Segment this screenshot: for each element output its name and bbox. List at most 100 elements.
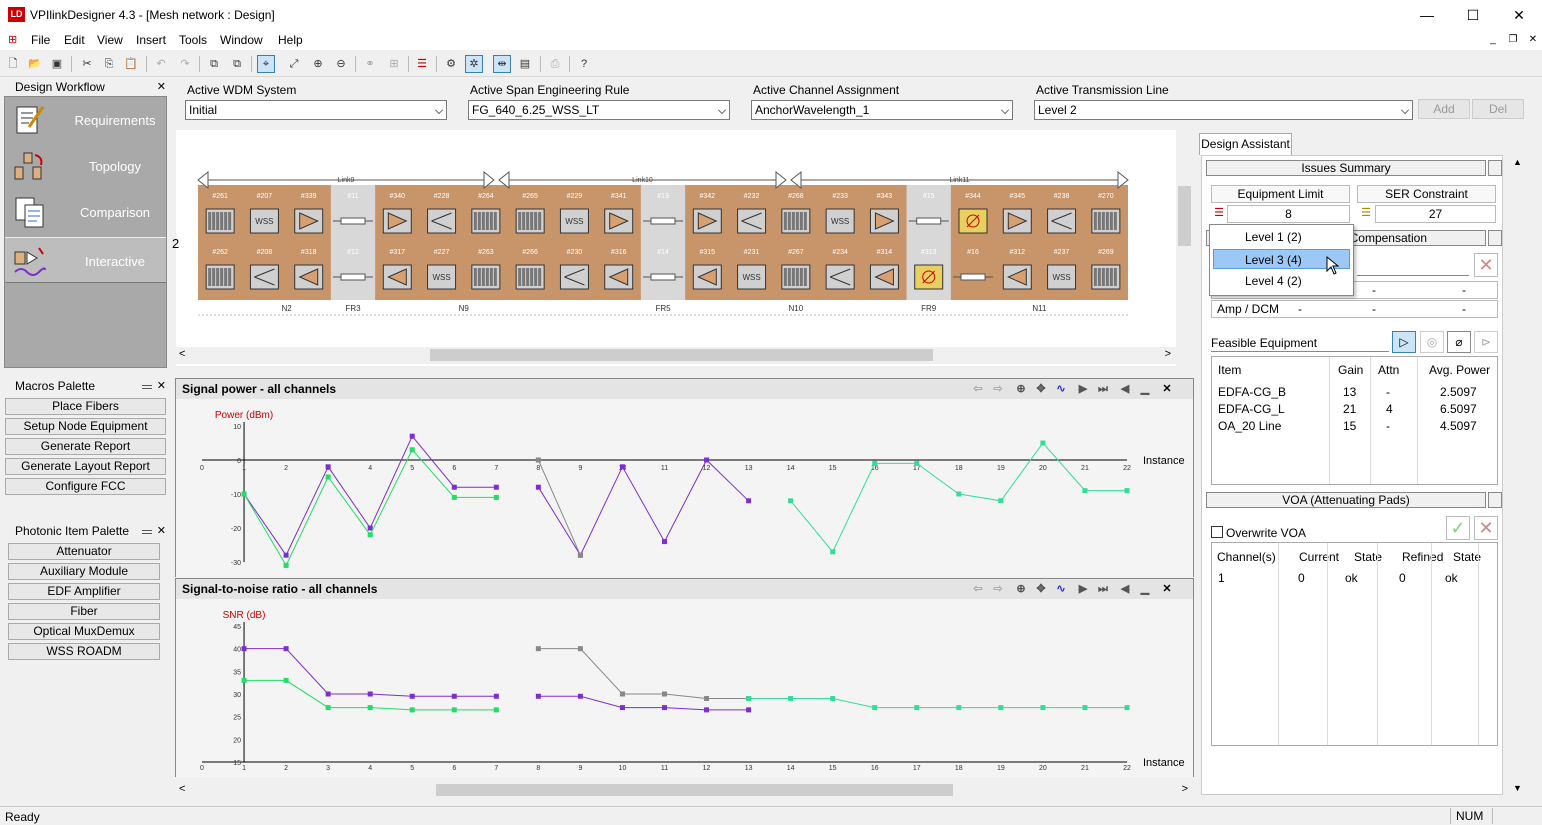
data-point[interactable] — [535, 646, 541, 652]
amp-icon[interactable] — [869, 264, 899, 290]
close-button[interactable]: ✕ — [1496, 0, 1542, 30]
data-point[interactable] — [1124, 488, 1130, 494]
scroll-left-icon[interactable]: < — [179, 783, 185, 795]
mdi-document-icon[interactable]: ⊞ — [8, 33, 22, 47]
previous-icon[interactable]: ◀ — [1118, 582, 1132, 596]
data-point[interactable] — [367, 691, 373, 697]
data-point[interactable] — [409, 433, 415, 439]
data-point[interactable] — [241, 646, 247, 652]
table-row[interactable]: EDFA-CG_L 21 4 6.5097 — [1212, 400, 1497, 417]
split-icon[interactable] — [559, 264, 589, 290]
data-point[interactable] — [283, 552, 289, 558]
reject-icon[interactable]: ✕ — [1474, 516, 1498, 540]
data-point[interactable] — [409, 693, 415, 699]
mux-icon[interactable] — [781, 264, 811, 290]
wss-roadm-button[interactable]: WSS ROADM — [8, 643, 160, 660]
power-chart[interactable]: Power (dBm)Instance100-10-20-30012345678… — [176, 400, 1193, 577]
next-icon[interactable]: ▶ — [1076, 382, 1090, 396]
data-point[interactable] — [1040, 705, 1046, 711]
data-point[interactable] — [283, 646, 289, 652]
wss-icon[interactable]: WSS — [737, 264, 767, 290]
print-icon[interactable]: ⎙ — [546, 55, 564, 73]
data-point[interactable] — [367, 532, 373, 538]
data-point[interactable] — [704, 457, 710, 463]
collapse-icon[interactable] — [1488, 492, 1502, 508]
forward-icon[interactable]: ⇨ — [991, 582, 1005, 596]
data-point[interactable] — [956, 491, 962, 497]
data-point[interactable] — [619, 464, 625, 470]
data-point[interactable] — [746, 696, 752, 702]
split-icon[interactable] — [737, 208, 767, 234]
zoom-icon[interactable]: ⊕ — [1014, 382, 1028, 396]
amp-icon[interactable] — [382, 208, 412, 234]
attenuator-button[interactable]: Attenuator — [8, 543, 160, 560]
menu-window[interactable]: Window — [220, 33, 263, 47]
data-point[interactable] — [704, 696, 710, 702]
curve-icon[interactable]: ∿ — [1054, 382, 1068, 396]
mux-icon[interactable] — [1091, 208, 1121, 234]
next-icon[interactable]: ▶ — [1076, 582, 1090, 596]
reject-icon[interactable]: ✕ — [1474, 253, 1498, 277]
data-point[interactable] — [283, 677, 289, 683]
amp-icon[interactable] — [294, 264, 324, 290]
node-label[interactable]: FR3 — [345, 304, 361, 313]
dropdown-list-icon[interactable]: ☰ — [1359, 206, 1373, 222]
node-label[interactable]: FR5 — [655, 304, 671, 313]
scroll-right-icon[interactable]: > — [1165, 348, 1171, 360]
data-point[interactable] — [1124, 705, 1130, 711]
data-point[interactable] — [704, 707, 710, 713]
data-point[interactable] — [325, 691, 331, 697]
data-point[interactable] — [493, 707, 499, 713]
data-point[interactable] — [451, 484, 457, 490]
data-point[interactable] — [577, 693, 583, 699]
mux-icon[interactable] — [515, 264, 545, 290]
minimize-pane-icon[interactable]: ▁ — [1138, 582, 1152, 596]
mux-icon[interactable] — [781, 208, 811, 234]
amp-icon[interactable] — [604, 264, 634, 290]
collapse-icon[interactable] — [1488, 160, 1502, 176]
zoom-icon[interactable]: ⊕ — [1014, 582, 1028, 596]
split-icon[interactable] — [427, 208, 457, 234]
data-point[interactable] — [409, 707, 415, 713]
node-label[interactable]: N2 — [281, 304, 292, 313]
level-option[interactable]: Level 1 (2) — [1245, 230, 1302, 244]
data-point[interactable] — [914, 460, 920, 466]
scroll-thumb[interactable] — [430, 349, 933, 361]
dcm-icon[interactable]: ⊳ — [1474, 331, 1498, 353]
maximize-button[interactable]: ☐ — [1450, 0, 1496, 30]
mux-icon[interactable] — [1091, 264, 1121, 290]
scroll-down-icon[interactable]: ▼ — [1513, 783, 1522, 793]
data-point[interactable] — [998, 498, 1004, 504]
voa-icon[interactable] — [914, 264, 944, 290]
data-point[interactable] — [535, 693, 541, 699]
split-icon[interactable] — [249, 264, 279, 290]
optical-muxdemux-button[interactable]: Optical MuxDemux — [8, 623, 160, 640]
configure-fcc-button[interactable]: Configure FCC — [5, 478, 166, 495]
copy-icon[interactable]: ⎘ — [100, 55, 118, 73]
cut-icon[interactable]: ✂ — [78, 55, 96, 73]
close-pane-icon[interactable]: ✕ — [1160, 382, 1174, 396]
node-icon[interactable]: ⊞ — [385, 55, 403, 73]
mdi-minimize-icon[interactable]: _ — [1486, 33, 1500, 47]
transmission-line-select[interactable]: Level 2 — [1034, 100, 1413, 120]
zoom-in-icon[interactable]: ⊕ — [309, 55, 327, 73]
data-point[interactable] — [493, 693, 499, 699]
split-icon[interactable] — [825, 264, 855, 290]
wdm-system-select[interactable]: Initial — [185, 100, 447, 120]
scroll-thumb[interactable] — [1178, 186, 1191, 246]
report-icon[interactable]: ☰ — [413, 55, 431, 73]
undo-icon[interactable]: ↶ — [152, 55, 170, 73]
wss-icon[interactable]: WSS — [1047, 264, 1077, 290]
data-point[interactable] — [662, 691, 667, 697]
network-diagram[interactable]: Link9 Link10 Link11 #261 #262 #207 #208 WSS #339… — [176, 130, 1190, 366]
channel-assignment-select[interactable]: AnchorWavelength_1 — [751, 100, 1013, 120]
tab-design-assistant[interactable]: Design Assistant — [1199, 133, 1292, 155]
zoom-out-icon[interactable]: ⊖ — [332, 55, 350, 73]
arrows-icon[interactable]: ⇹ — [493, 55, 511, 73]
scroll-up-icon[interactable]: ▲ — [1513, 157, 1522, 167]
data-point[interactable] — [577, 646, 583, 652]
menu-file[interactable]: File — [31, 33, 50, 47]
overwrite-voa-checkbox[interactable] — [1211, 526, 1223, 538]
amplifier-icon[interactable]: ▷ — [1392, 331, 1416, 353]
amp-icon[interactable] — [604, 208, 634, 234]
